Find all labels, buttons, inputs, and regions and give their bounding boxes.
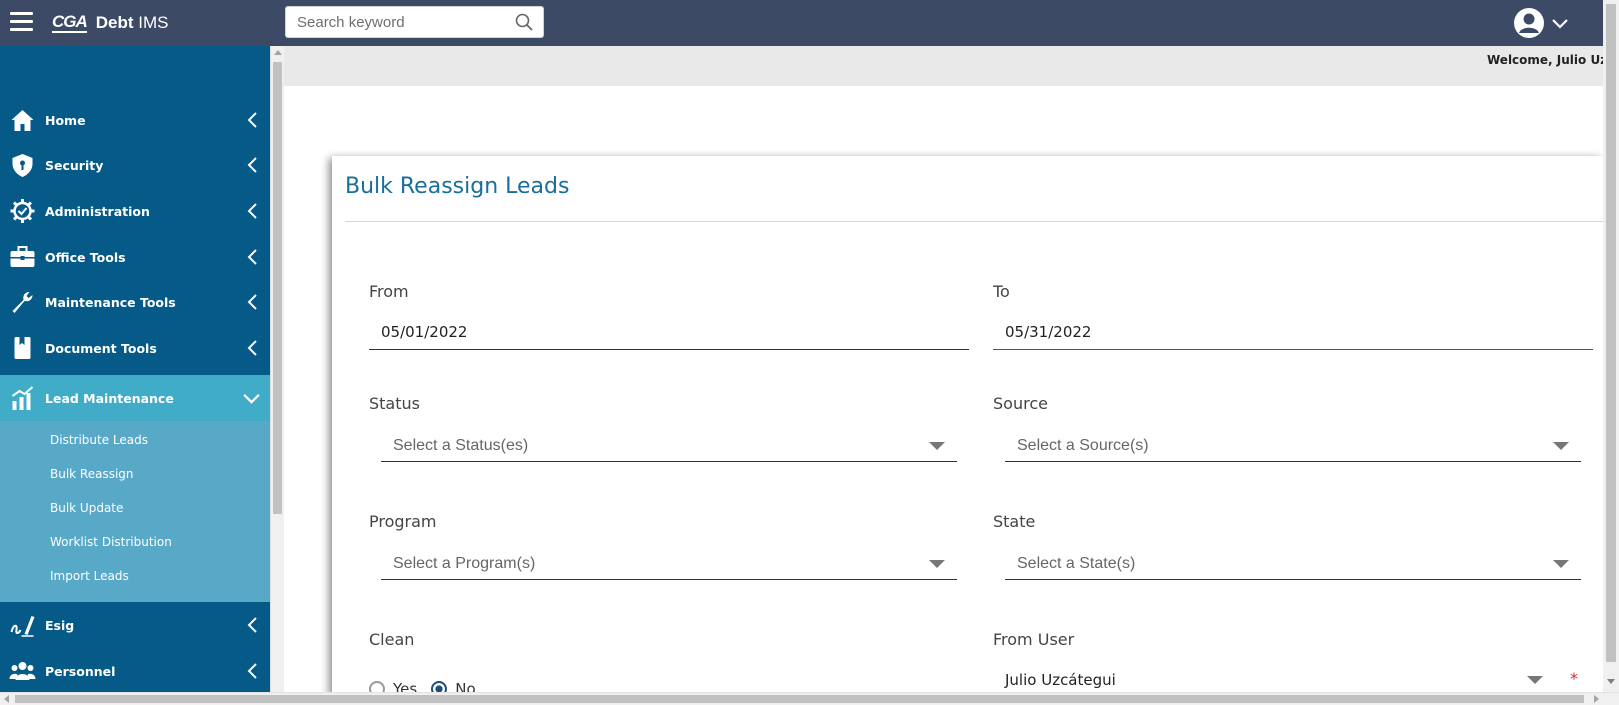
home-icon xyxy=(11,110,34,131)
chevron-left-icon xyxy=(247,112,257,128)
from-user-value: Julio Uzcátegui xyxy=(1005,671,1116,689)
sidebar-item-administration[interactable]: Administration xyxy=(0,188,270,234)
program-select[interactable]: Select a Program(s) xyxy=(381,546,957,580)
sidebar-item-label: Personnel xyxy=(45,663,116,679)
signature-icon xyxy=(10,616,35,637)
sidebar-item-office-tools[interactable]: Office Tools xyxy=(0,234,270,280)
scroll-left-arrow-icon[interactable] xyxy=(4,695,9,703)
sidebar-item-label: Maintenance Tools xyxy=(45,294,176,310)
hamburger-menu-icon[interactable] xyxy=(10,12,33,32)
submenu-item-distribute-leads[interactable]: Distribute Leads xyxy=(50,433,148,447)
gear-check-icon xyxy=(10,199,35,223)
program-placeholder: Select a Program(s) xyxy=(393,555,536,572)
sidebar-item-home[interactable]: Home xyxy=(0,97,270,143)
from-date-input[interactable] xyxy=(369,315,969,350)
chart-icon xyxy=(11,386,34,410)
scroll-up-arrow-icon[interactable] xyxy=(274,50,282,55)
sidebar-item-label: Office Tools xyxy=(45,249,126,265)
required-marker: * xyxy=(1570,669,1578,688)
search-icon[interactable] xyxy=(515,13,533,31)
briefcase-icon xyxy=(10,246,35,267)
status-select[interactable]: Select a Status(es) xyxy=(381,428,957,462)
scroll-down-arrow-icon[interactable] xyxy=(1607,679,1615,684)
chevron-left-icon xyxy=(247,203,257,219)
horizontal-scrollbar-thumb[interactable] xyxy=(15,695,1584,703)
sidebar-scrollbar-thumb[interactable] xyxy=(273,62,282,514)
submenu-item-worklist-distribution[interactable]: Worklist Distribution xyxy=(50,535,172,549)
sidebar-item-personnel[interactable]: Personnel xyxy=(0,648,270,692)
sidebar-item-esig[interactable]: Esig xyxy=(0,602,270,648)
people-icon xyxy=(9,662,36,680)
submenu-item-bulk-reassign[interactable]: Bulk Reassign xyxy=(50,467,134,481)
dropdown-caret-icon xyxy=(1553,560,1569,568)
from-user-select[interactable]: Julio Uzcátegui xyxy=(1005,662,1555,696)
search-box xyxy=(285,6,544,38)
source-label: Source xyxy=(993,394,1048,413)
chevron-left-icon xyxy=(247,617,257,633)
sidebar: Home Security Administration Office Tool… xyxy=(0,46,270,692)
welcome-text: Welcome, Julio Uzc xyxy=(1487,53,1615,67)
chevron-down-icon xyxy=(1552,19,1568,29)
sidebar-item-label: Lead Maintenance xyxy=(45,390,174,406)
app-logo[interactable]: CGA Debt IMS xyxy=(52,11,169,35)
from-user-label: From User xyxy=(993,630,1075,649)
chevron-left-icon xyxy=(247,340,257,356)
clean-label: Clean xyxy=(369,630,415,649)
dropdown-caret-icon xyxy=(1553,442,1569,450)
logo-mark: CGA xyxy=(52,11,88,33)
chevron-down-icon xyxy=(243,393,260,404)
title-divider xyxy=(345,221,1603,222)
page-vertical-scrollbar[interactable] xyxy=(1603,0,1619,692)
to-label: To xyxy=(993,282,1010,301)
state-select[interactable]: Select a State(s) xyxy=(1005,546,1581,580)
status-label: Status xyxy=(369,394,420,413)
scroll-right-arrow-icon[interactable] xyxy=(1594,695,1599,703)
sidebar-item-document-tools[interactable]: Document Tools xyxy=(0,325,270,371)
chevron-left-icon xyxy=(247,294,257,310)
search-input[interactable] xyxy=(286,7,501,37)
submenu-item-bulk-update[interactable]: Bulk Update xyxy=(50,501,123,515)
bulk-reassign-panel: Bulk Reassign Leads xyxy=(332,156,1603,696)
page-horizontal-scrollbar[interactable] xyxy=(0,692,1619,705)
sidebar-item-label: Document Tools xyxy=(45,340,157,356)
page-title: Bulk Reassign Leads xyxy=(345,174,570,199)
to-date-input[interactable] xyxy=(993,315,1593,350)
state-label: State xyxy=(993,512,1036,531)
chevron-left-icon xyxy=(247,157,257,173)
vertical-scrollbar-thumb[interactable] xyxy=(1606,4,1616,662)
source-select[interactable]: Select a Source(s) xyxy=(1005,428,1581,462)
dropdown-caret-icon xyxy=(929,442,945,450)
lead-maintenance-submenu: Distribute Leads Bulk Reassign Bulk Upda… xyxy=(0,421,270,602)
sidebar-item-security[interactable]: Security xyxy=(0,142,270,188)
program-label: Program xyxy=(369,512,437,531)
submenu-item-import-leads[interactable]: Import Leads xyxy=(50,569,129,583)
dropdown-caret-icon xyxy=(1527,676,1543,684)
top-bar: CGA Debt IMS xyxy=(0,0,1619,46)
state-placeholder: Select a State(s) xyxy=(1017,555,1136,572)
chevron-left-icon xyxy=(247,663,257,679)
wrench-icon xyxy=(12,292,33,313)
sidebar-item-label: Security xyxy=(45,157,104,173)
chevron-left-icon xyxy=(247,249,257,265)
sidebar-item-label: Administration xyxy=(45,203,150,219)
shield-icon xyxy=(12,154,33,177)
book-icon xyxy=(14,337,31,359)
source-placeholder: Select a Source(s) xyxy=(1017,437,1149,454)
user-avatar-icon xyxy=(1514,8,1544,38)
welcome-bar xyxy=(284,46,1603,86)
sidebar-item-lead-maintenance[interactable]: Lead Maintenance xyxy=(0,375,270,421)
app-name: Debt IMS xyxy=(95,13,169,32)
sidebar-item-label: Home xyxy=(45,112,86,128)
status-placeholder: Select a Status(es) xyxy=(393,437,529,454)
sidebar-item-label: Esig xyxy=(45,617,75,633)
sidebar-scrollbar[interactable] xyxy=(270,46,284,692)
from-label: From xyxy=(369,282,409,301)
sidebar-item-maintenance-tools[interactable]: Maintenance Tools xyxy=(0,279,270,325)
user-menu[interactable] xyxy=(1513,7,1577,39)
dropdown-caret-icon xyxy=(929,560,945,568)
